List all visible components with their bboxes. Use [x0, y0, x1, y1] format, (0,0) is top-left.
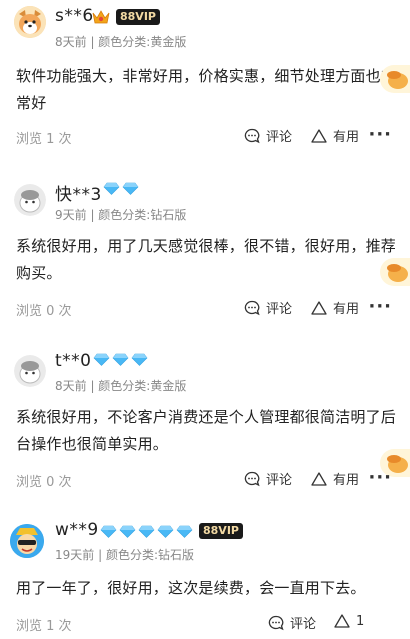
comment-icon [268, 615, 284, 630]
review-card: s**6 88VIP 8天前 | 颜色分类:黄金版 软件功能强大，非常好用，价格… [0, 0, 410, 160]
vip-badge: 88VIP [116, 9, 160, 25]
review-meta: 8天前 | 颜色分类:黄金版 [55, 379, 187, 393]
avatar[interactable] [14, 6, 46, 38]
comment-button[interactable]: 评论 [244, 469, 292, 488]
useful-button[interactable]: 有用 [311, 298, 359, 317]
more-icon[interactable]: ··· [368, 124, 392, 145]
triangle-up-icon [311, 128, 327, 143]
reviewer-name[interactable]: s**6 [55, 6, 94, 26]
review-card: 快**3 9天前 | 颜色分类:钻石版 系统很好用，用了几天感觉很棒，很不错，很… [0, 170, 410, 330]
shiba-dog-avatar-icon [14, 6, 46, 38]
review-footer: 浏览 0 次 评论 有用 ··· [0, 296, 410, 320]
useful-label: 有用 [333, 130, 360, 145]
comment-button[interactable]: 评论 [268, 613, 316, 632]
comment-label: 评论 [266, 473, 293, 488]
default-avatar-icon [14, 355, 46, 387]
badges: 88VIP [100, 523, 243, 539]
diamond-icon [131, 353, 148, 366]
vip-badge: 88VIP [199, 523, 243, 539]
comment-label: 评论 [266, 130, 293, 145]
review-card: t**0 8天前 | 颜色分类:黄金版 系统很好用，不论客户消费还是个人管理都很… [0, 341, 410, 501]
view-count: 浏览 1 次 [16, 132, 72, 147]
review-meta: 9天前 | 颜色分类:钻石版 [55, 208, 187, 222]
review-footer: 浏览 1 次 评论 1 [0, 611, 410, 635]
avatar[interactable] [14, 355, 46, 387]
sticker-icon [380, 65, 410, 93]
triangle-up-icon [311, 471, 327, 486]
view-count: 浏览 1 次 [16, 619, 72, 634]
diamond-icon [93, 353, 110, 366]
badges [93, 353, 148, 366]
diamond-icon [138, 525, 155, 538]
crown-icon [92, 10, 110, 24]
reviewer-name[interactable]: t**0 [55, 351, 91, 371]
diamond-icon [122, 182, 139, 195]
useful-label: 有用 [333, 302, 360, 317]
triangle-up-icon [311, 300, 327, 315]
comment-button[interactable]: 评论 [244, 126, 292, 145]
comment-label: 评论 [266, 302, 293, 317]
sticker-icon [380, 258, 410, 286]
triangle-up-icon [334, 614, 350, 628]
badges [103, 182, 139, 195]
view-count: 浏览 0 次 [16, 304, 72, 319]
useful-button[interactable]: 有用 [311, 126, 359, 145]
comment-label: 评论 [290, 617, 317, 632]
more-icon[interactable]: ··· [368, 467, 392, 488]
useful-count: 1 [356, 613, 365, 629]
reviewer-name[interactable]: w**9 [55, 520, 99, 540]
review-footer: 浏览 1 次 评论 有用 ··· [0, 124, 410, 148]
reviewer-name[interactable]: 快**3 [55, 180, 102, 205]
review-content: 系统很好用，不论客户消费还是个人管理都很简洁明了后台操作也很简单实用。 [16, 408, 397, 453]
cartoon-avatar-icon [10, 524, 44, 558]
useful-label: 有用 [333, 473, 360, 488]
diamond-icon [176, 525, 193, 538]
comment-button[interactable]: 评论 [244, 298, 292, 317]
review-footer: 浏览 0 次 评论 有用 ··· [0, 467, 410, 491]
diamond-icon [112, 353, 129, 366]
review-meta: 8天前 | 颜色分类:黄金版 [55, 35, 187, 49]
review-meta: 19天前 | 颜色分类:钻石版 [55, 548, 194, 562]
review-card: w**9 88VIP 19天前 | 颜色分类:钻石版 用了一年了，很好用，这次是… [0, 512, 410, 639]
comment-icon [244, 300, 260, 315]
useful-button[interactable]: 1 [334, 613, 364, 629]
badges: 88VIP [92, 9, 160, 25]
view-count: 浏览 0 次 [16, 475, 72, 490]
diamond-icon [100, 525, 117, 538]
comment-icon [244, 471, 260, 486]
comment-icon [244, 128, 260, 143]
useful-button[interactable]: 有用 [311, 469, 359, 488]
diamond-icon [119, 525, 136, 538]
diamond-icon [103, 182, 120, 195]
more-icon[interactable]: ··· [368, 296, 392, 317]
review-content: 用了一年了，很好用，这次是续费，会一直用下去。 [16, 579, 366, 597]
review-content: 软件功能强大，非常好用，价格实惠，细节处理方面也非常好 [16, 67, 397, 112]
avatar[interactable] [14, 184, 46, 216]
default-avatar-icon [14, 184, 46, 216]
review-content: 系统很好用，用了几天感觉很棒，很不错，很好用，推荐购买。 [16, 237, 397, 282]
avatar[interactable] [10, 524, 44, 558]
diamond-icon [157, 525, 174, 538]
